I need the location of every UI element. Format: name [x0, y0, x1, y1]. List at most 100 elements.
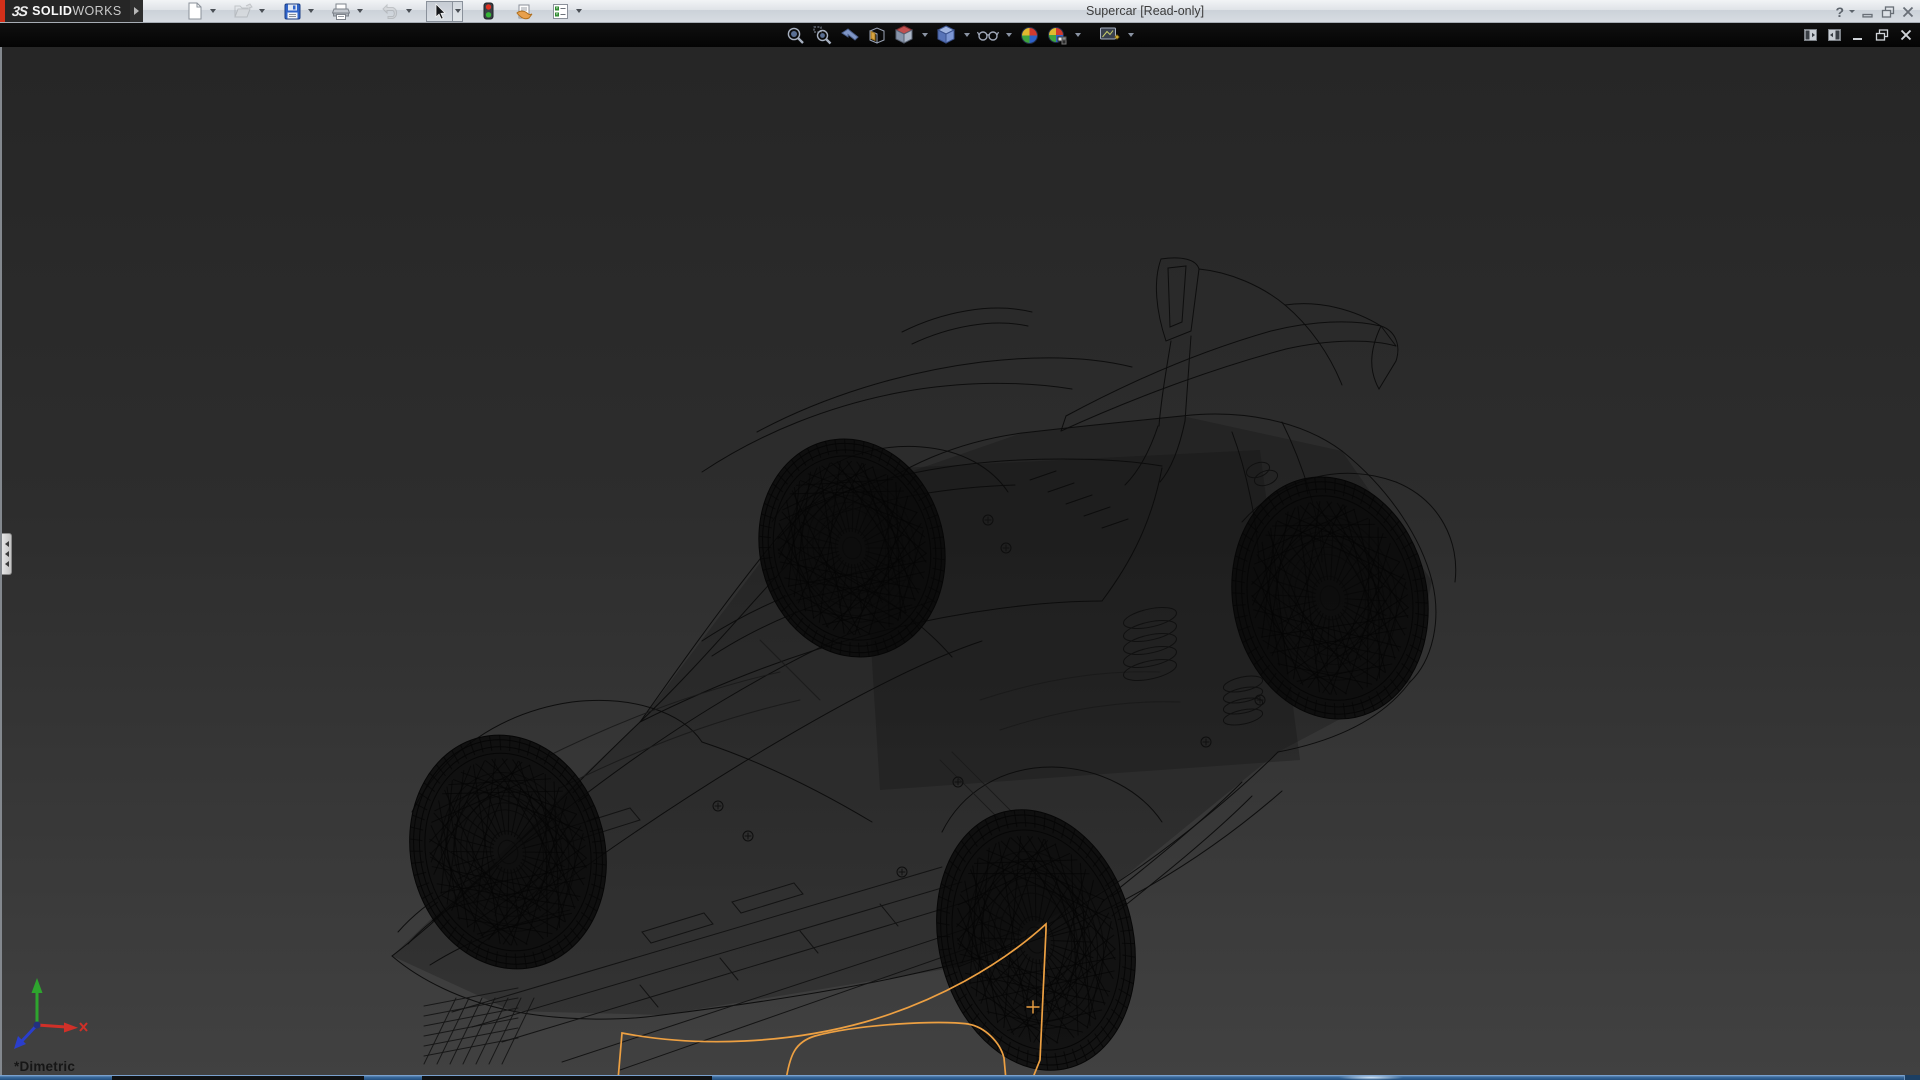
minimize-icon: [1852, 29, 1864, 41]
taskbar-button-segment[interactable]: [422, 1076, 712, 1080]
taskbar-highlight: [1338, 1075, 1404, 1080]
select-tool-dropdown[interactable]: [452, 1, 463, 22]
solidworks-logo: 3S SOLIDWORKS: [0, 0, 130, 22]
show-left-pane-button[interactable]: [1804, 29, 1817, 41]
select-cursor-icon: [433, 3, 447, 20]
minimize-icon: [1862, 6, 1874, 18]
open-document-dropdown[interactable]: [256, 1, 267, 22]
previous-view-icon: [839, 26, 860, 44]
rebuild-traffic-light-icon: [483, 2, 494, 20]
document-title: Supercar [Read-only]: [1086, 4, 1204, 18]
file-properties-button[interactable]: [513, 1, 535, 22]
help-button[interactable]: ?: [1835, 4, 1844, 20]
zoom-to-area-button[interactable]: [812, 25, 834, 45]
graphics-area[interactable]: *Dimetric: [0, 47, 1920, 1075]
edit-appearance-sphere-icon: [1020, 26, 1039, 45]
print-dropdown[interactable]: [354, 1, 365, 22]
menu-expand-button[interactable]: [130, 0, 143, 22]
select-tool-button[interactable]: [426, 1, 452, 22]
new-document-button[interactable]: [183, 1, 205, 22]
options-dropdown[interactable]: [573, 1, 584, 22]
brand-name: SOLIDWORKS: [32, 4, 121, 18]
undo-dropdown[interactable]: [403, 1, 414, 22]
view-orientation-cube-icon: [894, 25, 914, 45]
open-document-button[interactable]: [232, 1, 254, 22]
chevron-down-icon: [308, 9, 314, 13]
new-document-icon: [186, 2, 203, 20]
show-right-pane-button[interactable]: [1828, 29, 1841, 41]
zoom-to-area-icon: [813, 26, 832, 45]
chevron-down-icon: [210, 9, 216, 13]
heads-up-view-toolbar: [785, 25, 1136, 45]
options-button[interactable]: [549, 1, 571, 22]
apply-scene-button[interactable]: [1046, 25, 1068, 45]
chevron-down-icon: [964, 33, 970, 37]
display-style-dropdown[interactable]: [962, 25, 972, 45]
title-bar: 3S SOLIDWORKS: [0, 0, 1920, 23]
undo-arrow-icon: [381, 3, 400, 19]
orientation-triad-icon: [4, 973, 90, 1061]
zoom-to-fit-icon: [786, 26, 805, 45]
hide-show-items-dropdown[interactable]: [1004, 25, 1014, 45]
collapse-arrow-icon: [5, 561, 9, 567]
save-floppy-icon: [284, 3, 301, 20]
display-style-cube-icon: [936, 25, 956, 45]
doc-minimize-button[interactable]: [1852, 29, 1864, 41]
collapse-arrow-icon: [5, 541, 9, 547]
hide-show-items-glasses-icon: [977, 27, 999, 43]
chevron-down-icon: [259, 9, 265, 13]
show-left-pane-icon: [1804, 29, 1817, 41]
view-settings-icon: [1099, 26, 1120, 44]
restore-icon: [1875, 29, 1889, 41]
app-window-controls: ?: [1835, 0, 1914, 23]
taskbar-button-segment[interactable]: [112, 1076, 364, 1080]
standard-toolbar: [183, 0, 584, 22]
display-style-button[interactable]: [935, 25, 957, 45]
undo-button[interactable]: [379, 1, 401, 22]
hide-show-items-button[interactable]: [977, 25, 999, 45]
app-close-button[interactable]: [1902, 6, 1914, 18]
edit-appearance-button[interactable]: [1019, 25, 1041, 45]
view-orientation-button[interactable]: [893, 25, 915, 45]
section-view-icon: [867, 26, 887, 45]
print-button[interactable]: [330, 1, 352, 22]
section-view-button[interactable]: [866, 25, 888, 45]
viewport-header: [0, 23, 1920, 47]
collapse-arrow-icon: [5, 551, 9, 557]
app-restore-button[interactable]: [1881, 6, 1895, 18]
feature-manager-splitter-tab[interactable]: [2, 533, 12, 575]
doc-restore-button[interactable]: [1875, 29, 1889, 41]
brand-name-solid: SOLID: [32, 4, 72, 18]
rebuild-button[interactable]: [477, 1, 499, 22]
chevron-down-icon: [357, 9, 363, 13]
options-icon: [552, 3, 569, 20]
select-tool-group: [426, 1, 463, 22]
view-orientation-dropdown[interactable]: [920, 25, 930, 45]
close-icon: [1900, 29, 1912, 41]
help-dropdown[interactable]: [1851, 10, 1855, 13]
chevron-down-icon: [1849, 10, 1855, 13]
windows-taskbar[interactable]: [0, 1075, 1920, 1080]
previous-view-button[interactable]: [839, 25, 861, 45]
view-settings-button[interactable]: [1099, 25, 1121, 45]
chevron-down-icon: [1128, 33, 1134, 37]
view-orientation-label: *Dimetric: [14, 1059, 75, 1074]
view-settings-dropdown[interactable]: [1126, 25, 1136, 45]
zoom-to-fit-button[interactable]: [785, 25, 807, 45]
wireframe-car-model[interactable]: [0, 47, 1920, 1075]
brand-name-works: WORKS: [72, 4, 121, 18]
show-desktop-button[interactable]: [1904, 1075, 1920, 1080]
doc-close-button[interactable]: [1900, 29, 1912, 41]
save-button[interactable]: [281, 1, 303, 22]
app-minimize-button[interactable]: [1862, 6, 1874, 18]
chevron-down-icon: [922, 33, 928, 37]
restore-icon: [1881, 6, 1895, 18]
apply-scene-dropdown[interactable]: [1073, 25, 1083, 45]
save-dropdown[interactable]: [305, 1, 316, 22]
document-window-controls: [1804, 23, 1912, 47]
new-document-dropdown[interactable]: [207, 1, 218, 22]
expand-arrow-icon: [134, 7, 139, 15]
file-properties-icon: [515, 3, 534, 20]
help-icon: ?: [1835, 4, 1844, 20]
apply-scene-sphere-icon: [1047, 26, 1067, 45]
